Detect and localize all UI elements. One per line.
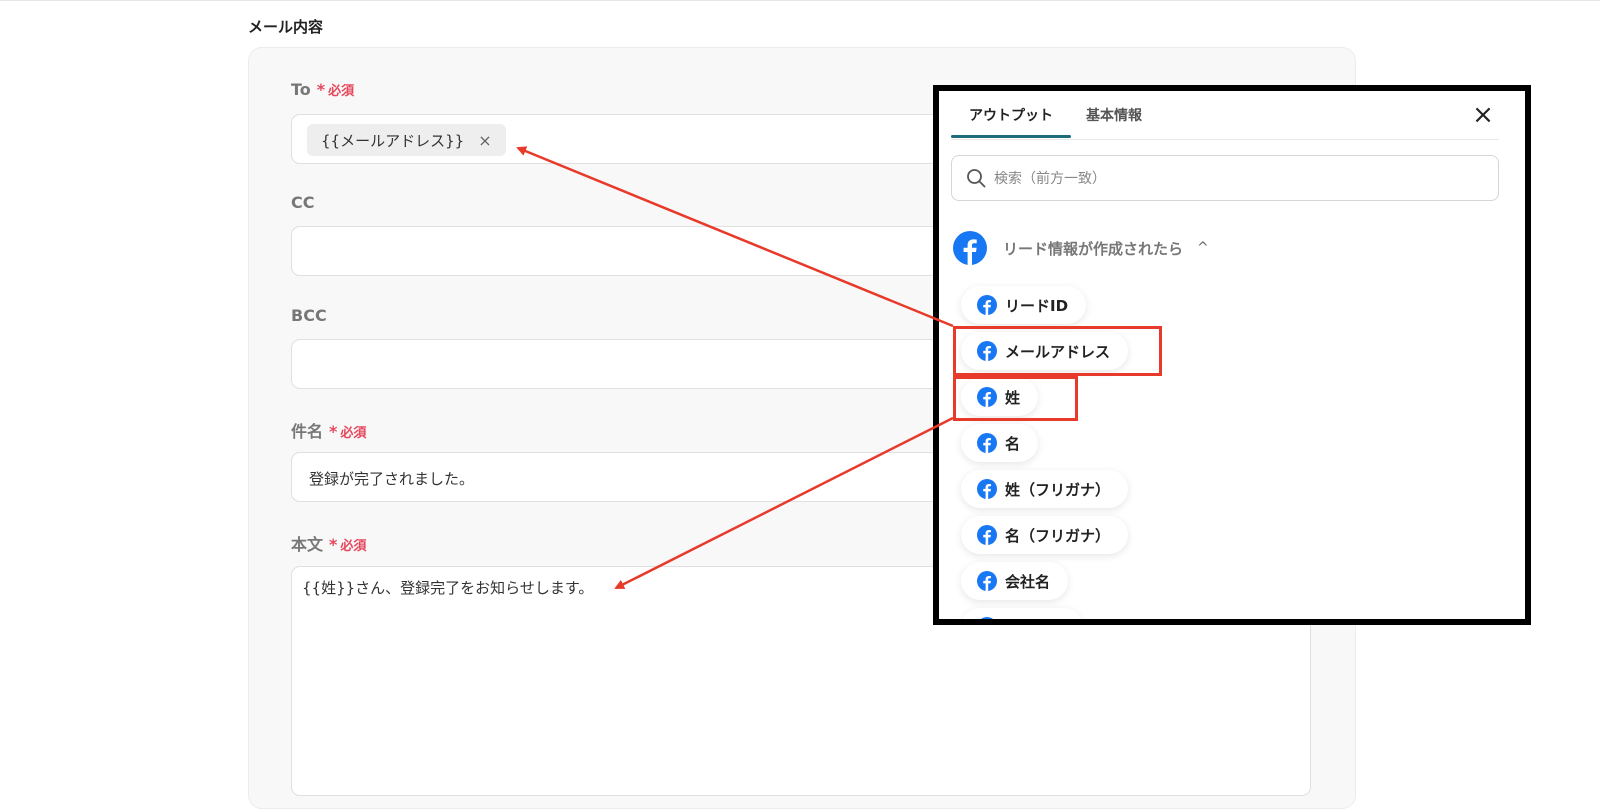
- output-item-label: 名（フリガナ）: [1005, 526, 1111, 545]
- required-badge: * 必須: [329, 535, 367, 554]
- output-item[interactable]: 姓（フリガナ）: [961, 470, 1129, 508]
- facebook-icon: [977, 433, 997, 453]
- output-item[interactable]: 姓: [961, 378, 1039, 416]
- output-item-label: リードID: [1005, 296, 1069, 315]
- subject-label-text: 件名: [291, 422, 324, 441]
- body-label-text: 本文: [291, 535, 324, 554]
- facebook-icon: [977, 525, 997, 545]
- output-item[interactable]: 電話番号: [961, 608, 1084, 620]
- output-item-list: リードID メールアドレス 姓 名 姓（フリガナ） 名（フリガナ） 会社名 電話…: [961, 276, 1481, 619]
- facebook-icon: [977, 295, 997, 315]
- close-icon[interactable]: ×: [1469, 101, 1497, 129]
- output-item[interactable]: 会社名: [961, 562, 1069, 600]
- output-item-label: 姓: [1005, 388, 1021, 407]
- panel-tabs: アウトプット 基本情報: [951, 91, 1499, 140]
- body-value: {{姓}}さん、登録完了をお知らせします。: [302, 579, 594, 597]
- cc-label: CC: [291, 193, 315, 212]
- output-item-label: 電話番号: [1005, 617, 1065, 620]
- required-badge: * 必須: [316, 80, 355, 99]
- body-label: 本文 * 必須: [291, 531, 366, 555]
- output-item[interactable]: リードID: [961, 286, 1087, 324]
- tab-basic-info[interactable]: 基本情報: [1086, 105, 1142, 125]
- section-title: メール内容: [248, 18, 324, 36]
- search-box[interactable]: [951, 155, 1499, 201]
- top-divider: [0, 0, 1600, 1]
- chip-remove-icon[interactable]: ×: [478, 131, 491, 150]
- chevron-up-icon: ^: [1197, 240, 1209, 256]
- facebook-icon: [977, 387, 997, 407]
- bcc-label: BCC: [291, 306, 327, 325]
- facebook-icon: [953, 231, 987, 265]
- tab-output[interactable]: アウトプット: [969, 105, 1053, 125]
- output-item[interactable]: メールアドレス: [961, 332, 1129, 370]
- active-tab-indicator: [951, 135, 1071, 138]
- to-variable-chip[interactable]: {{メールアドレス}} ×: [307, 124, 506, 156]
- output-panel: アウトプット 基本情報 × リード情報が作成されたら ^ リードID メールアド…: [933, 85, 1531, 625]
- output-item-label: 姓（フリガナ）: [1005, 480, 1111, 499]
- group-header[interactable]: リード情報が作成されたら ^: [953, 231, 1209, 265]
- search-input[interactable]: [992, 164, 1476, 194]
- required-badge: * 必須: [329, 422, 367, 441]
- subject-value: 登録が完了されました。: [309, 470, 475, 488]
- subject-label: 件名 * 必須: [291, 418, 366, 442]
- facebook-icon: [977, 341, 997, 361]
- output-item-label: 名: [1005, 434, 1021, 453]
- to-chip-label: {{メールアドレス}}: [321, 131, 465, 150]
- search-icon: [967, 169, 986, 188]
- group-label: リード情報が作成されたら: [1003, 239, 1184, 258]
- to-label-text: To: [291, 80, 311, 99]
- output-item-label: メールアドレス: [1005, 342, 1111, 361]
- to-label: To * 必須: [291, 80, 354, 99]
- facebook-icon: [977, 571, 997, 591]
- output-item[interactable]: 名: [961, 424, 1039, 462]
- facebook-icon: [977, 479, 997, 499]
- output-item-label: 会社名: [1005, 572, 1051, 591]
- output-item[interactable]: 名（フリガナ）: [961, 516, 1129, 554]
- facebook-icon: [981, 617, 993, 619]
